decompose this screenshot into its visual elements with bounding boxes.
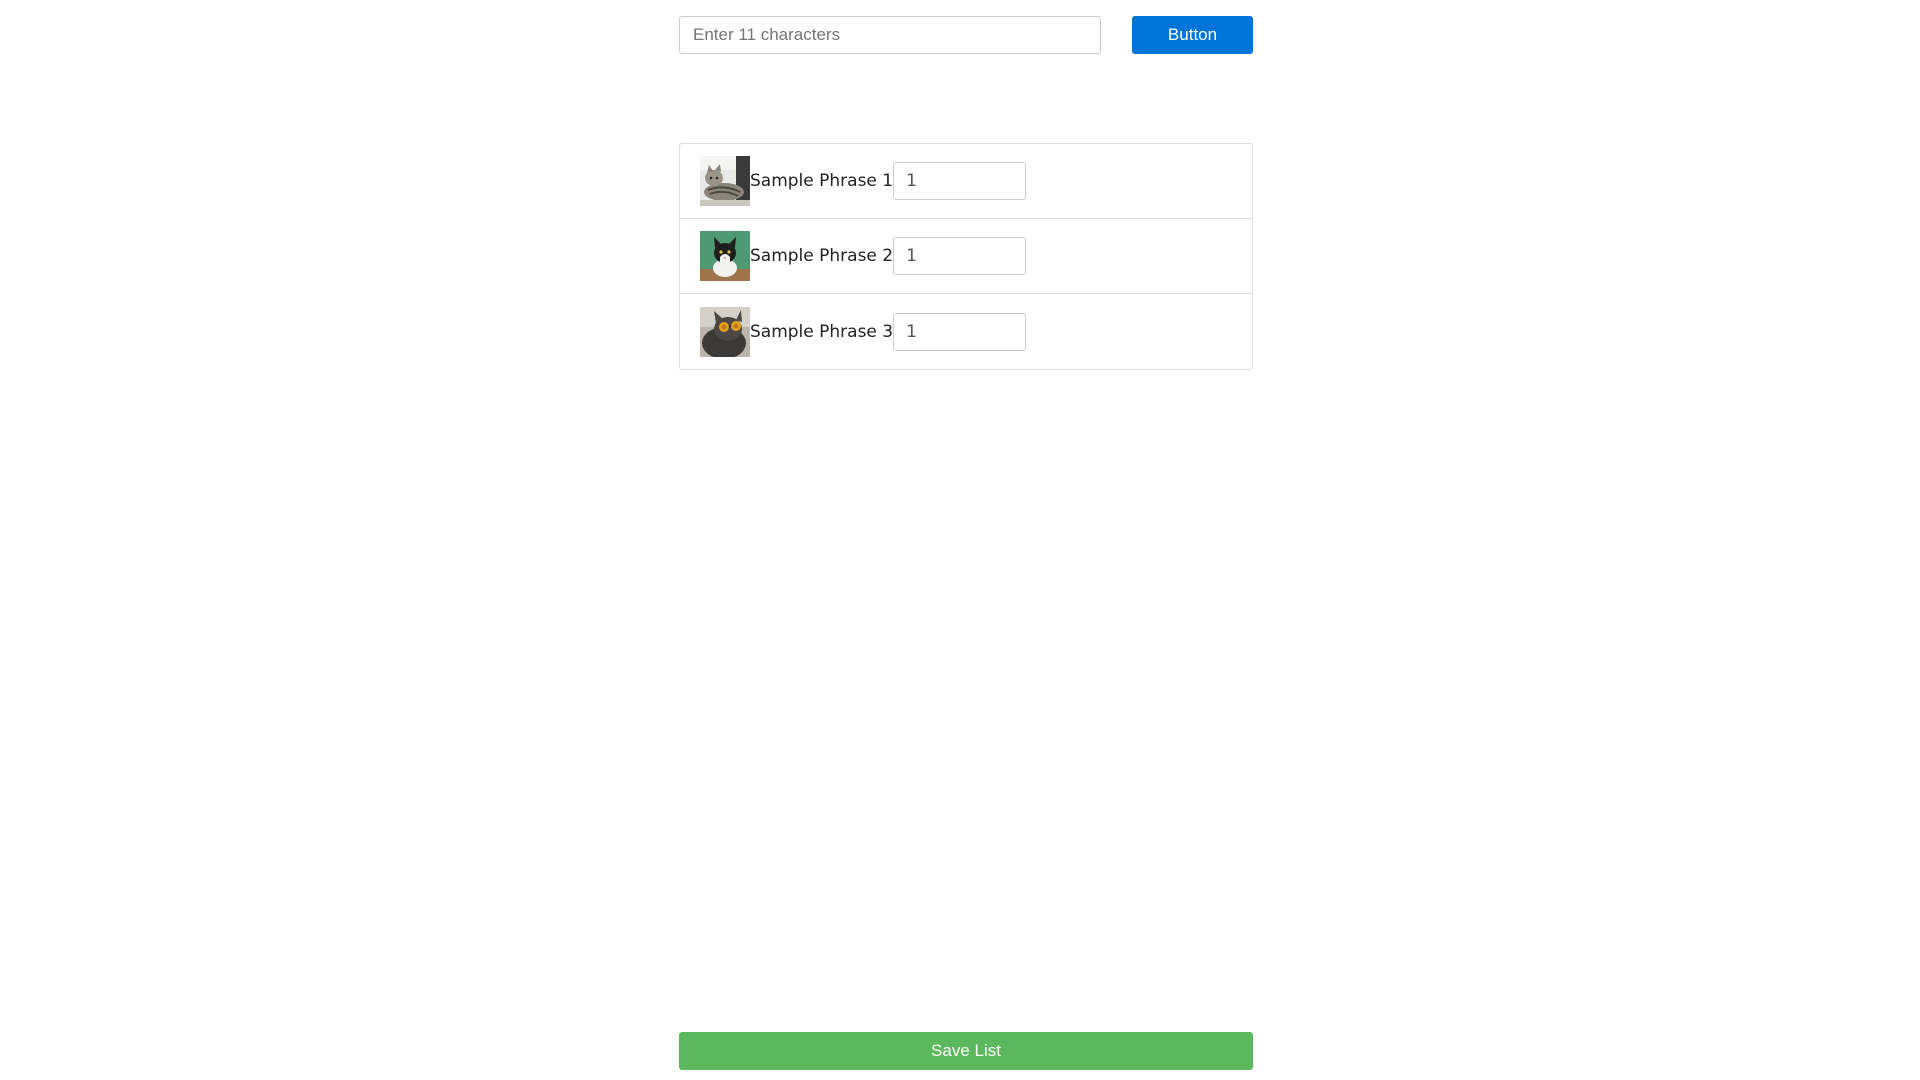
list-item: Sample Phrase 3 — [680, 294, 1252, 369]
list-item: Sample Phrase 2 — [680, 219, 1252, 294]
black-white-cat-thumbnail — [700, 231, 750, 281]
primary-button[interactable]: Button — [1132, 16, 1253, 54]
phrase-list: Sample Phrase 1 Sample Phrase 2 — [679, 143, 1253, 370]
quantity-input[interactable] — [893, 237, 1027, 275]
quantity-input[interactable] — [893, 162, 1027, 200]
characters-input[interactable] — [679, 16, 1101, 54]
phrase-label: Sample Phrase 3 — [750, 321, 894, 342]
phrase-label: Sample Phrase 2 — [750, 246, 894, 266]
main-container: Button Sample Phra — [679, 16, 1253, 370]
phrase-label: Sample Phrase 1 — [750, 171, 894, 191]
cat-sunglasses-thumbnail — [700, 306, 750, 357]
list-item: Sample Phrase 1 — [680, 144, 1252, 219]
save-list-button[interactable]: Save List — [679, 1032, 1253, 1070]
tabby-cat-thumbnail — [700, 156, 750, 206]
quantity-input[interactable] — [893, 312, 1027, 351]
input-row: Button — [679, 16, 1253, 54]
